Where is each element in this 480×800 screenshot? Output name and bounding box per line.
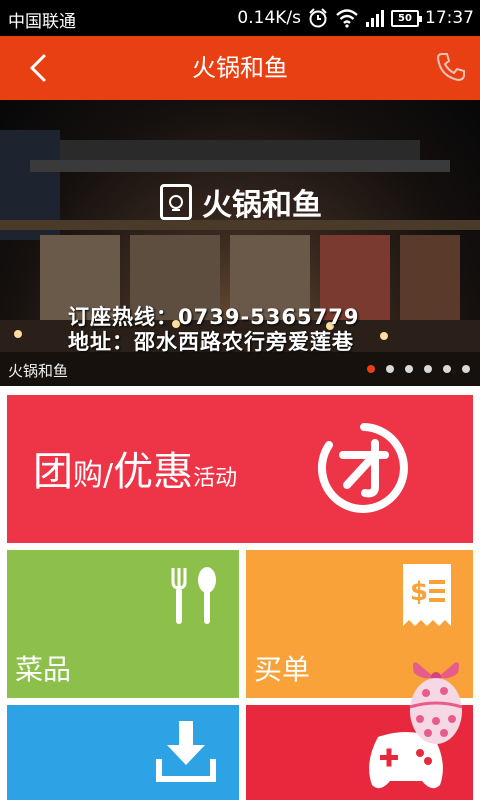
carousel-dot[interactable] [424,365,432,373]
storefront-sign: 火锅和鱼 [160,180,322,224]
groupbuy-label-part: 团 [33,449,73,495]
phone-icon [436,53,465,82]
banner-caption-bar: 火锅和鱼 [0,352,480,386]
page-title: 火锅和鱼 [192,54,288,82]
battery-icon: 50 [391,9,422,27]
groupbuy-label-part: / [103,458,114,493]
app-header: 火锅和鱼 [0,36,480,100]
banner-caption: 火锅和鱼 [8,362,69,380]
groupbuy-label-part: 购 [73,458,103,493]
status-bar-right: 0.14K/s 50 17:37 [237,0,474,36]
carousel-dot[interactable] [405,365,413,373]
alarm-icon [307,7,329,29]
download-icon [156,721,216,782]
carousel-dot[interactable] [443,365,451,373]
groupbuy-label-part: 活动 [193,466,238,491]
easter-egg-icon [409,662,463,744]
groupbuy-label-part: 优惠 [113,449,194,495]
carousel-indicator [367,365,470,373]
svg-text:$: $ [410,577,428,607]
restaurant-logo-icon [160,184,192,220]
carousel-dot[interactable] [386,365,394,373]
status-bar: 中国联通 0.14K/s 50 17:37 [0,0,480,36]
clock-time: 17:37 [425,8,474,28]
carrier-name: 中国联通 [8,12,76,32]
tuan-circle-icon [317,423,408,513]
groupbuy-label: 团 购 / 优惠 活动 [33,439,237,497]
wifi-icon [335,8,359,28]
floating-egg-button[interactable] [400,655,472,747]
storefront-sign-text: 火锅和鱼 [202,188,322,223]
dishes-tile[interactable]: 菜品 [7,550,239,698]
restaurant-banner[interactable]: 火锅和鱼 订座热线：0739-5365779 地址：邵水西路农行旁爱莲巷 火锅和… [0,100,480,386]
fork-spoon-icon [171,567,216,624]
signal-icon [365,9,385,27]
call-button[interactable] [434,50,468,84]
carousel-dot[interactable] [462,365,470,373]
receipt-icon: $ [403,564,451,626]
carousel-dot[interactable] [367,365,375,373]
download-tile[interactable] [7,705,239,800]
groupbuy-promo-tile[interactable]: 团 购 / 优惠 活动 [7,395,473,543]
network-speed: 0.14K/s [237,8,301,28]
dishes-label: 菜品 [15,653,72,686]
pay-bill-label: 买单 [254,653,311,686]
